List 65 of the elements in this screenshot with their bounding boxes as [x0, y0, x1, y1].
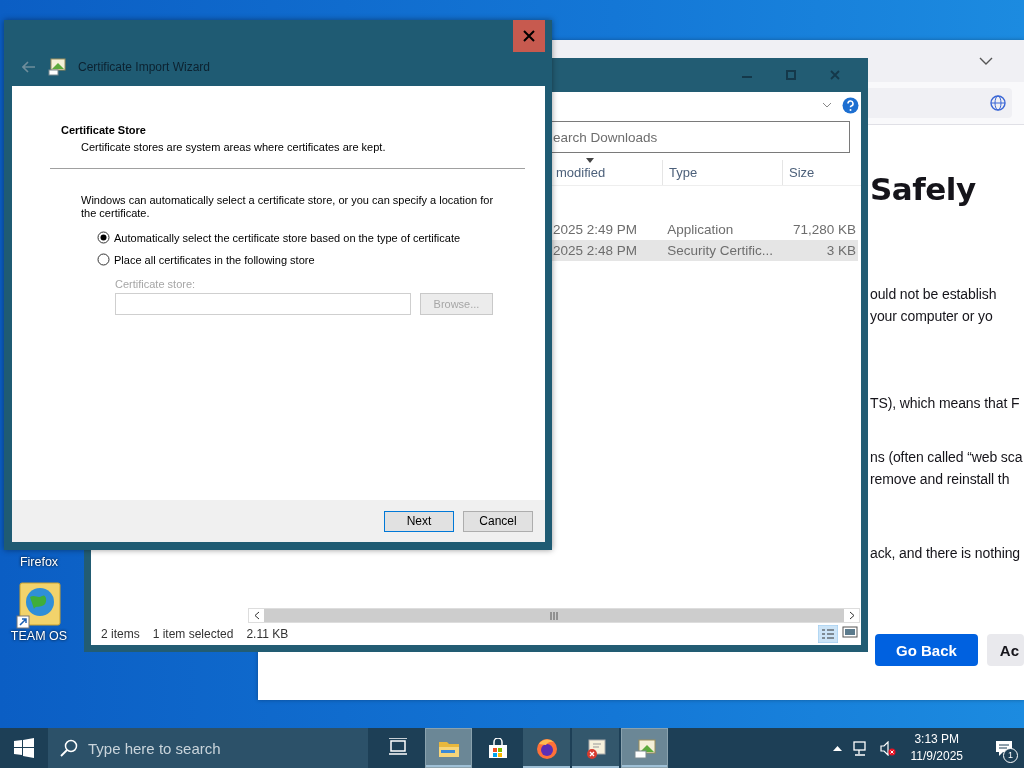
paragraph-text: ns (often called “web sca	[870, 448, 1024, 467]
type-cell-text: Security Certific...	[666, 243, 774, 258]
radio-button[interactable]	[97, 231, 110, 244]
date-cell-text: 2025 2:48 PM	[552, 243, 639, 258]
sort-arrow-icon	[586, 158, 594, 163]
taskbar-search-field[interactable]: Type here to search	[48, 728, 368, 768]
chevron-up-icon[interactable]	[832, 745, 842, 751]
go-back-button[interactable]: Go Back	[875, 634, 978, 666]
paragraph-text: ould not be establish	[870, 285, 998, 304]
volume-muted-icon[interactable]	[879, 740, 896, 756]
globe-icon[interactable]	[990, 95, 1006, 111]
file-row[interactable]: 2025 2:48 PM Security Certific... 3 KB	[552, 240, 858, 261]
details-view-icon[interactable]	[818, 625, 838, 643]
type-cell-text: Application	[666, 222, 735, 237]
windows-start-icon[interactable]	[14, 738, 34, 758]
chevron-down-icon[interactable]	[979, 57, 993, 65]
horizontal-scrollbar[interactable]	[248, 608, 860, 623]
status-text: 1 item selected	[152, 627, 234, 641]
taskbar-button[interactable]	[572, 728, 619, 768]
search-field[interactable]: earch Downloads	[552, 121, 850, 153]
thumbnail-view-icon[interactable]	[842, 625, 858, 639]
radio-button[interactable]	[97, 253, 110, 266]
instructions-text: Windows can automatically select a certificate store, or you can specify a location for the certificate.	[81, 194, 495, 220]
section-description: Certificate stores are system areas where certificates are kept.	[81, 141, 387, 153]
column-header[interactable]: Type	[662, 160, 782, 185]
date-cell-text: 2025 2:49 PM	[552, 222, 639, 237]
scroll-right-icon[interactable]	[848, 611, 855, 620]
column-header[interactable]: modified	[552, 160, 662, 185]
column-header[interactable]: Size	[782, 160, 858, 185]
clock[interactable]: 3:13 PM 11/9/2025	[910, 731, 963, 765]
size-cell-text: 71,280 KB	[791, 222, 857, 237]
status-text: 2.11 KB	[246, 627, 289, 641]
firefox-icon	[535, 737, 558, 759]
desktop-icon-label[interactable]: Firefox	[19, 555, 59, 569]
shopping-bag-icon	[486, 737, 509, 759]
paragraph-text: TS), which means that F	[870, 394, 1021, 413]
help-icon[interactable]	[842, 96, 859, 114]
cancel-button[interactable]: Cancel	[463, 510, 533, 532]
paragraph-text: remove and reinstall th	[870, 470, 1011, 489]
field-label: Certificate store:	[115, 278, 197, 290]
close-button[interactable]	[513, 20, 545, 52]
size-cell-text: 3 KB	[825, 243, 857, 258]
certificate-error-icon	[584, 737, 607, 759]
certificate-icon	[633, 737, 656, 759]
radio-label[interactable]: Automatically select the certificate store based on the type of certificate	[114, 231, 461, 244]
desktop-icon-label[interactable]: TEAM OS	[10, 629, 68, 643]
page-heading: Safely	[870, 171, 977, 207]
certificate-icon	[48, 58, 66, 76]
globe-shortcut-icon[interactable]	[16, 581, 62, 629]
status-text: 2 items	[101, 627, 140, 641]
search-icon	[60, 739, 78, 757]
secondary-button[interactable]: Ac	[986, 634, 1024, 666]
chevron-down-icon[interactable]	[822, 102, 832, 108]
address-bar[interactable]	[866, 88, 1012, 118]
close-icon	[523, 30, 535, 42]
file-row[interactable]: 2025 2:49 PM Application 71,280 KB	[552, 219, 858, 240]
scroll-left-icon[interactable]	[253, 611, 260, 620]
window-title: Certificate Import Wizard	[78, 60, 211, 74]
network-icon[interactable]	[852, 740, 869, 756]
grip-icon	[550, 611, 558, 620]
radio-label[interactable]: Place all certificates in the following store	[114, 253, 315, 266]
section-heading: Certificate Store	[61, 124, 147, 136]
next-button[interactable]: Next	[384, 510, 454, 532]
paragraph-text: your computer or yo	[870, 307, 994, 326]
paragraph-text: ack, and there is nothing	[870, 544, 1022, 563]
